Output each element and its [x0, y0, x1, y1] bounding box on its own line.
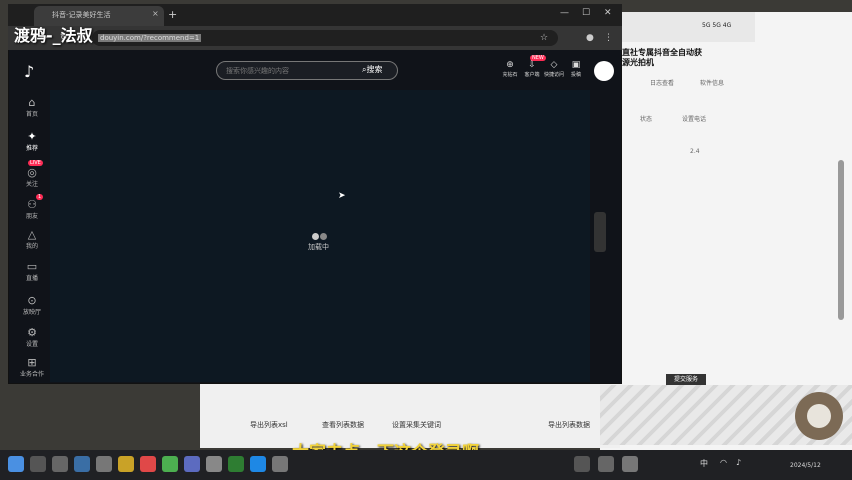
search-taskbar-icon[interactable]	[30, 456, 46, 472]
nav-follow[interactable]: ◎ 关注	[14, 166, 50, 188]
chrome-icon[interactable]	[162, 456, 178, 472]
title-line-1: 直社专属抖音全自动获	[622, 48, 702, 57]
app-icon[interactable]	[622, 456, 638, 472]
tab-logs[interactable]: 日志查看	[650, 78, 674, 87]
version-label: 2.4	[690, 148, 700, 155]
url-text: douyin.com/?recommend=1	[98, 34, 202, 42]
start-icon[interactable]	[8, 456, 24, 472]
wifi-icon[interactable]: ◠	[720, 458, 727, 467]
nav-home[interactable]: ⌂ 首页	[14, 96, 50, 118]
nav-live-label: 直播	[25, 275, 38, 282]
nav-mine-label: 我的	[25, 243, 38, 250]
app-icon[interactable]	[184, 456, 200, 472]
close-tab-icon[interactable]: ×	[152, 9, 159, 18]
search-button-label: 搜索	[366, 65, 383, 74]
cinema-icon: ⊙	[27, 294, 37, 307]
home-icon: ⌂	[28, 96, 36, 109]
nav-follow-label: 关注	[25, 181, 38, 188]
nav-mine[interactable]: △ 我的	[14, 228, 50, 250]
tab-software-info[interactable]: 软件信息	[700, 78, 724, 87]
upload-button[interactable]: ▣ 投稿	[562, 60, 590, 78]
grid-icon: ⊞	[27, 356, 37, 369]
nav-cinema[interactable]: ⊙ 放映厅	[14, 294, 50, 316]
profile-icon[interactable]: ●	[586, 33, 594, 43]
streamer-overlay-text: 渡鸦-_法叔	[14, 26, 93, 45]
nav-recommend-label: 推荐	[25, 145, 38, 152]
close-window-button[interactable]: ✕	[604, 8, 612, 18]
app-icon[interactable]	[140, 456, 156, 472]
taskview-icon[interactable]	[52, 456, 68, 472]
seal-logo-center	[807, 404, 831, 428]
tab-title: 抖音-记录美好生活	[52, 11, 111, 19]
app-icon[interactable]	[74, 456, 90, 472]
search-placeholder: 搜索你感兴趣的内容	[226, 67, 289, 75]
app-icon[interactable]	[598, 456, 614, 472]
tv-icon: ▭	[26, 260, 38, 273]
nav-settings[interactable]: ⚙ 设置	[14, 326, 50, 348]
upload-icon: ▣	[571, 60, 581, 70]
app-icon[interactable]	[272, 456, 288, 472]
app-icon[interactable]	[228, 456, 244, 472]
status-label: 状态	[640, 116, 653, 123]
app-icon[interactable]	[250, 456, 266, 472]
new-tab-button[interactable]: +	[168, 8, 177, 21]
avatar[interactable]	[594, 61, 614, 81]
nav-business-label: 业务合作	[19, 371, 44, 378]
right-app-title: 直社专属抖音全自动获 源光拍机	[622, 48, 742, 68]
sparkle-icon: ✦	[27, 130, 37, 143]
menu-icon[interactable]: ⋮	[604, 33, 613, 43]
search-button[interactable]: ⌕搜索	[362, 64, 382, 75]
nav-friends-label: 朋友	[25, 213, 38, 220]
minimize-button[interactable]: —	[560, 8, 569, 18]
nav-home-label: 首页	[25, 111, 38, 118]
view-list-link[interactable]: 查看列表数据	[322, 420, 364, 430]
app-icon[interactable]	[206, 456, 222, 472]
phone-setting-label: 设置电话	[682, 116, 707, 123]
nav-cinema-label: 放映厅	[22, 309, 41, 316]
bookmark-star-icon[interactable]: ☆	[540, 33, 548, 43]
mouse-cursor-icon: ➤	[338, 191, 346, 201]
app-icon[interactable]	[574, 456, 590, 472]
app-icon[interactable]	[96, 456, 112, 472]
loading-dot	[320, 233, 327, 240]
phone-status-bar: 5G 5G 4G	[600, 12, 755, 42]
loading-text: 加载中	[308, 243, 329, 251]
nav-business[interactable]: ⊞ 业务合作	[14, 356, 50, 378]
set-keywords-link[interactable]: 设置采集关键词	[392, 420, 441, 430]
nav-friends[interactable]: ⚇ 朋友	[14, 198, 50, 220]
follow-icon: ◎	[27, 166, 37, 179]
volume-icon[interactable]: ♪	[736, 458, 741, 467]
input-method-indicator[interactable]: 中	[700, 458, 708, 469]
loading-dot	[312, 233, 319, 240]
user-icon: △	[27, 228, 37, 241]
friends-icon: ⚇	[27, 198, 37, 211]
export-data-link[interactable]: 导出列表数据	[548, 420, 590, 430]
maximize-button[interactable]: ☐	[582, 8, 590, 18]
clock-date[interactable]: 2024/5/12	[790, 462, 821, 469]
nav-live[interactable]: ▭ 直播	[14, 260, 50, 282]
folder-icon[interactable]	[118, 456, 134, 472]
upload-label: 投稿	[570, 72, 581, 78]
side-panel-handle[interactable]	[594, 212, 606, 252]
douyin-logo[interactable]: ♪	[24, 62, 34, 81]
status-text: 5G 5G 4G	[702, 22, 732, 29]
nav-recommend[interactable]: ✦ 推荐	[14, 130, 50, 152]
gear-icon: ⚙	[27, 326, 37, 339]
title-line-2: 源光拍机	[622, 58, 654, 67]
scrollbar[interactable]	[838, 160, 844, 320]
export-xsl-link[interactable]: 导出列表xsl	[250, 420, 288, 430]
nav-settings-label: 设置	[25, 341, 38, 348]
